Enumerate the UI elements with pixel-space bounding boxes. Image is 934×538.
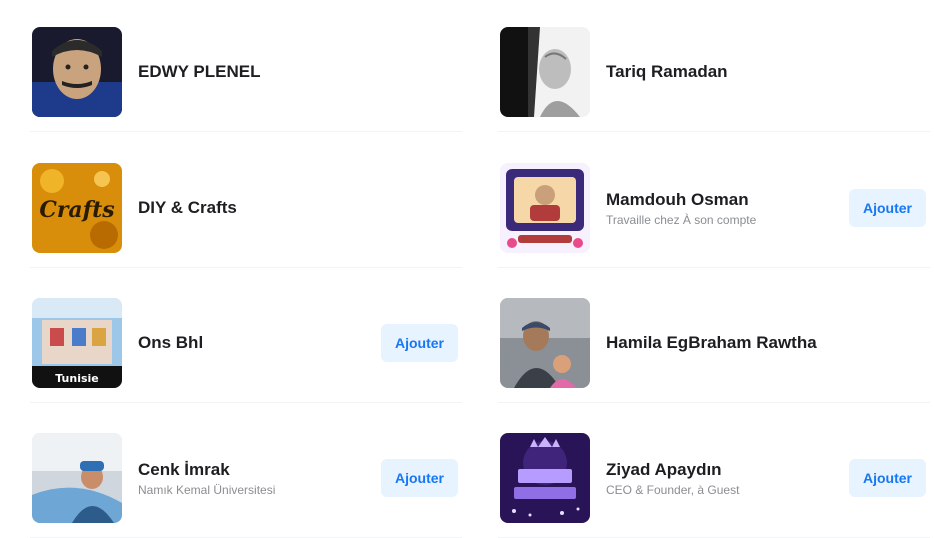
add-friend-button[interactable]: Ajouter	[849, 459, 926, 497]
suggestion-name[interactable]: DIY & Crafts	[138, 198, 470, 218]
ons-caption-text: Tunisie	[55, 372, 99, 385]
suggestion-name[interactable]: Ziyad Apaydın	[606, 460, 849, 480]
suggestion-subtitle: CEO & Founder, à Guest	[606, 482, 740, 497]
suggestion-card-edwy-plenel[interactable]: EDWY PLENEL	[22, 12, 470, 132]
suggestion-info: DIY & Crafts	[138, 198, 470, 218]
profile-photo[interactable]: Tunisie	[32, 298, 122, 388]
suggestion-info: Mamdouh Osman Travaille chez À son compt…	[606, 190, 849, 227]
suggestion-name[interactable]: Hamila EgBraham Rawtha	[606, 333, 934, 353]
suggestion-info: EDWY PLENEL	[138, 62, 470, 82]
suggestion-card-tariq-ramadan[interactable]: Tariq Ramadan	[490, 12, 934, 132]
add-friend-button[interactable]: Ajouter	[381, 324, 458, 362]
profile-photo-image	[32, 433, 122, 523]
suggestion-name[interactable]: Ons Bhl	[138, 333, 381, 353]
profile-photo[interactable]	[500, 298, 590, 388]
profile-photo-image	[500, 298, 590, 388]
profile-photo-image: Tunisie	[32, 298, 122, 388]
suggestion-card-ziyad-apaydin[interactable]: Ziyad Apaydın CEO & Founder, à Guest Ajo…	[490, 418, 934, 538]
add-friend-button[interactable]: Ajouter	[849, 189, 926, 227]
profile-photo[interactable]	[32, 433, 122, 523]
suggestion-info: Hamila EgBraham Rawtha	[606, 333, 934, 353]
profile-photo-image	[500, 163, 590, 253]
suggestion-card-mamdouh-osman[interactable]: Mamdouh Osman Travaille chez À son compt…	[490, 148, 934, 268]
suggestion-card-diy-crafts[interactable]: Crafts DIY & Crafts	[22, 148, 470, 268]
page-logo-image: Crafts	[32, 163, 122, 253]
suggestion-info: Cenk İmrak Namık Kemal Üniversitesi	[138, 460, 381, 497]
suggestion-name[interactable]: Cenk İmrak	[138, 460, 381, 480]
suggestion-name[interactable]: EDWY PLENEL	[138, 62, 470, 82]
add-friend-button[interactable]: Ajouter	[381, 459, 458, 497]
page-logo[interactable]: Crafts	[32, 163, 122, 253]
profile-photo-image	[500, 27, 590, 117]
suggestion-subtitle: Travaille chez À son compte	[606, 212, 757, 227]
profile-photo-image	[32, 27, 122, 117]
profile-photo-image	[500, 433, 590, 523]
suggestion-card-cenk-imrak[interactable]: Cenk İmrak Namık Kemal Üniversitesi Ajou…	[22, 418, 470, 538]
suggestion-name[interactable]: Mamdouh Osman	[606, 190, 849, 210]
suggestion-card-ons-bhl[interactable]: Tunisie Ons Bhl Ajouter	[22, 283, 470, 403]
suggestion-info: Ziyad Apaydın CEO & Founder, à Guest	[606, 460, 849, 497]
suggestion-name[interactable]: Tariq Ramadan	[606, 62, 934, 82]
suggestion-info: Tariq Ramadan	[606, 62, 934, 82]
suggestion-card-hamila-egbraham-rawtha[interactable]: Hamila EgBraham Rawtha	[490, 283, 934, 403]
profile-photo[interactable]	[500, 433, 590, 523]
suggestions-grid: EDWY PLENEL Tariq Ramadan Crafts DIY & C…	[0, 0, 934, 538]
suggestion-subtitle: Namık Kemal Üniversitesi	[138, 482, 276, 497]
profile-photo[interactable]	[500, 163, 590, 253]
profile-photo[interactable]	[500, 27, 590, 117]
crafts-logo-text: Crafts	[39, 197, 114, 223]
profile-photo[interactable]	[32, 27, 122, 117]
suggestion-info: Ons Bhl	[138, 333, 381, 353]
